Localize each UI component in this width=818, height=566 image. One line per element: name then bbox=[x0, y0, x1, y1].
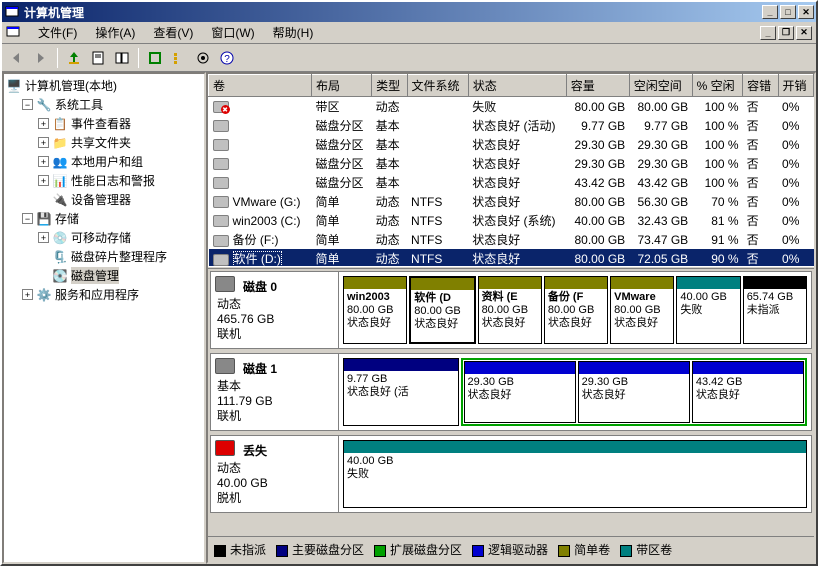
toolbar: ? bbox=[2, 44, 816, 72]
volume-list[interactable]: 卷布局类型文件系统状态容量空闲空间% 空闲容错开销 带区动态失败80.00 GB… bbox=[208, 74, 814, 266]
back-button[interactable] bbox=[6, 47, 28, 69]
tree-removable-storage[interactable]: +💿可移动存储 bbox=[6, 228, 202, 247]
view-list-button[interactable] bbox=[168, 47, 190, 69]
show-hide-button[interactable] bbox=[111, 47, 133, 69]
disk-row[interactable]: 磁盘 1基本111.79 GB联机9.77 GB状态良好 (活29.30 GB状… bbox=[210, 353, 812, 431]
tree-storage[interactable]: −💾存储 bbox=[6, 209, 202, 228]
column-header[interactable]: % 空闲 bbox=[692, 75, 742, 97]
volume-row[interactable]: 磁盘分区基本状态良好43.42 GB43.42 GB100 %否0% bbox=[209, 173, 814, 192]
tree-system-tools[interactable]: −🔧系统工具 bbox=[6, 95, 202, 114]
mdi-minimize-button[interactable]: _ bbox=[760, 26, 776, 40]
column-header[interactable]: 卷 bbox=[209, 75, 312, 97]
titlebar: 计算机管理 _ □ ✕ bbox=[2, 2, 816, 22]
close-button[interactable]: ✕ bbox=[798, 5, 814, 19]
disk-row[interactable]: 丢失动态40.00 GB脱机40.00 GB失败 bbox=[210, 435, 812, 513]
column-header[interactable]: 文件系统 bbox=[407, 75, 468, 97]
tree-root[interactable]: 🖥️计算机管理(本地) bbox=[6, 76, 202, 95]
disk-partition[interactable]: 软件 (D80.00 GB状态良好 bbox=[409, 276, 475, 344]
volume-row[interactable]: 磁盘分区基本状态良好29.30 GB29.30 GB100 %否0% bbox=[209, 154, 814, 173]
disk-partition[interactable]: 29.30 GB状态良好 bbox=[578, 361, 690, 423]
tree-event-viewer[interactable]: +📋事件查看器 bbox=[6, 114, 202, 133]
tree-device-manager[interactable]: 🔌设备管理器 bbox=[6, 190, 202, 209]
legend: 未指派 主要磁盘分区 扩展磁盘分区 逻辑驱动器 简单卷 带区卷 bbox=[208, 536, 814, 562]
mdi-restore-button[interactable]: ❐ bbox=[778, 26, 794, 40]
disk-partition[interactable]: 40.00 GB失败 bbox=[343, 440, 807, 508]
disk-partition[interactable]: 29.30 GB状态良好 bbox=[464, 361, 576, 423]
disk-partition[interactable]: 43.42 GB状态良好 bbox=[692, 361, 804, 423]
window-title: 计算机管理 bbox=[24, 4, 762, 21]
tree-disk-management[interactable]: 💽磁盘管理 bbox=[6, 266, 202, 285]
volume-row[interactable]: VMware (G:)简单动态NTFS状态良好80.00 GB56.30 GB7… bbox=[209, 192, 814, 211]
forward-button[interactable] bbox=[30, 47, 52, 69]
column-header[interactable]: 空闲空间 bbox=[629, 75, 692, 97]
volume-row[interactable]: 软件 (D:)简单动态NTFS状态良好80.00 GB72.05 GB90 %否… bbox=[209, 249, 814, 266]
svg-text:?: ? bbox=[224, 54, 230, 65]
tree-local-users[interactable]: +👥本地用户和组 bbox=[6, 152, 202, 171]
column-header[interactable]: 开销 bbox=[778, 75, 813, 97]
column-header[interactable]: 容错 bbox=[743, 75, 778, 97]
tree-perf-logs[interactable]: +📊性能日志和警报 bbox=[6, 171, 202, 190]
column-header[interactable]: 容量 bbox=[566, 75, 629, 97]
properties-button[interactable] bbox=[87, 47, 109, 69]
disk-graphical-view[interactable]: 磁盘 0动态465.76 GB联机win200380.00 GB状态良好软件 (… bbox=[208, 269, 814, 536]
nav-tree[interactable]: 🖥️计算机管理(本地) −🔧系统工具 +📋事件查看器 +📁共享文件夹 +👥本地用… bbox=[2, 72, 206, 564]
system-menu-icon[interactable] bbox=[6, 25, 22, 41]
tree-defrag[interactable]: 🗜️磁盘碎片整理程序 bbox=[6, 247, 202, 266]
disk-partition[interactable]: win200380.00 GB状态良好 bbox=[343, 276, 407, 344]
menu-help[interactable]: 帮助(H) bbox=[265, 22, 322, 43]
disk-partition[interactable]: 9.77 GB状态良好 (活 bbox=[343, 358, 459, 426]
column-header[interactable]: 类型 bbox=[372, 75, 407, 97]
volume-row[interactable]: 备份 (F:)简单动态NTFS状态良好80.00 GB73.47 GB91 %否… bbox=[209, 230, 814, 249]
refresh-button[interactable] bbox=[144, 47, 166, 69]
menubar: 文件(F) 操作(A) 查看(V) 窗口(W) 帮助(H) _ ❐ ✕ bbox=[2, 22, 816, 44]
volume-row[interactable]: 带区动态失败80.00 GB80.00 GB100 %否0% bbox=[209, 97, 814, 117]
help-button[interactable]: ? bbox=[216, 47, 238, 69]
disk-partition[interactable]: 备份 (F80.00 GB状态良好 bbox=[544, 276, 608, 344]
disk-row[interactable]: 磁盘 0动态465.76 GB联机win200380.00 GB状态良好软件 (… bbox=[210, 271, 812, 349]
menu-action[interactable]: 操作(A) bbox=[87, 22, 143, 43]
volume-row[interactable]: 磁盘分区基本状态良好 (活动)9.77 GB9.77 GB100 %否0% bbox=[209, 116, 814, 135]
maximize-button[interactable]: □ bbox=[780, 5, 796, 19]
minimize-button[interactable]: _ bbox=[762, 5, 778, 19]
tree-services-apps[interactable]: +⚙️服务和应用程序 bbox=[6, 285, 202, 304]
mdi-close-button[interactable]: ✕ bbox=[796, 26, 812, 40]
column-header[interactable]: 状态 bbox=[468, 75, 566, 97]
disk-partition[interactable]: VMware80.00 GB状态良好 bbox=[610, 276, 674, 344]
settings-button[interactable] bbox=[192, 47, 214, 69]
disk-partition[interactable]: 65.74 GB未指派 bbox=[743, 276, 807, 344]
disk-partition[interactable]: 40.00 GB失败 bbox=[676, 276, 740, 344]
menu-file[interactable]: 文件(F) bbox=[30, 22, 85, 43]
menu-window[interactable]: 窗口(W) bbox=[203, 22, 262, 43]
tree-shared-folders[interactable]: +📁共享文件夹 bbox=[6, 133, 202, 152]
menu-view[interactable]: 查看(V) bbox=[145, 22, 201, 43]
column-header[interactable]: 布局 bbox=[312, 75, 372, 97]
app-icon bbox=[4, 4, 20, 20]
volume-row[interactable]: 磁盘分区基本状态良好29.30 GB29.30 GB100 %否0% bbox=[209, 135, 814, 154]
volume-row[interactable]: win2003 (C:)简单动态NTFS状态良好 (系统)40.00 GB32.… bbox=[209, 211, 814, 230]
up-button[interactable] bbox=[63, 47, 85, 69]
disk-partition[interactable]: 资料 (E80.00 GB状态良好 bbox=[478, 276, 542, 344]
